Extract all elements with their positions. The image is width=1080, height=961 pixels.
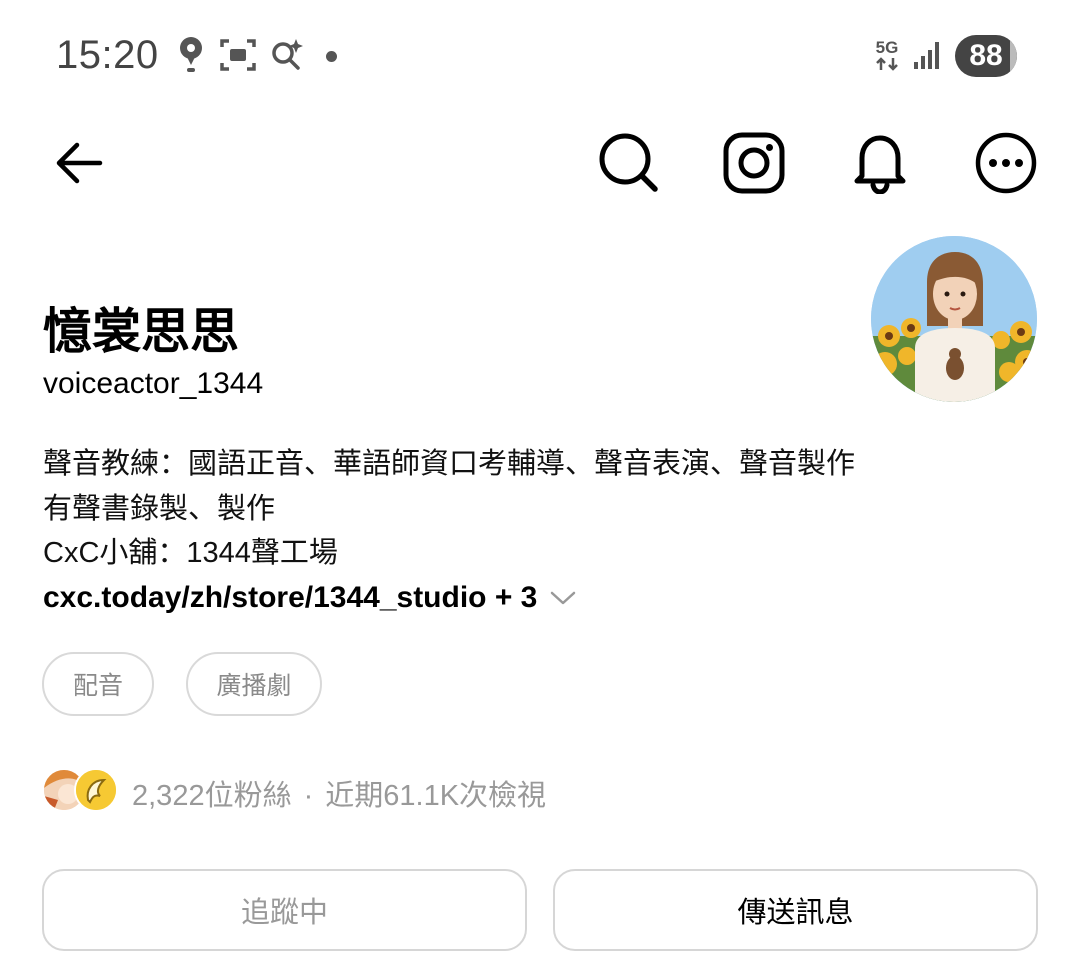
notifications-button[interactable] [847, 130, 913, 196]
instagram-icon [723, 132, 785, 194]
signal-icon [912, 34, 944, 76]
more-options-button[interactable] [973, 130, 1039, 196]
bio-line: 聲音教練：國語正音、華語師資口考輔導、聲音表演、聲音製作 [43, 448, 856, 480]
status-time: 15:20 [56, 33, 159, 77]
battery-indicator: 88 [955, 35, 1017, 77]
recent-views: 近期61.1K次檢視 [325, 780, 547, 812]
screenshot-icon [219, 34, 257, 76]
stats-separator: · [303, 780, 314, 812]
more-icon [975, 132, 1037, 194]
location-pin-icon [176, 34, 206, 76]
smart-search-icon [269, 34, 305, 76]
battery-level: 88 [969, 39, 1003, 72]
search-icon [599, 133, 658, 192]
instagram-button[interactable] [721, 130, 787, 196]
profile-avatar[interactable] [871, 236, 1037, 402]
profile-stats: 2,322位粉絲 · 近期61.1K次檢視 [132, 772, 546, 814]
notification-dot-icon [326, 51, 337, 62]
profile-links[interactable]: cxc.today/zh/store/1344_studio + 3 [43, 581, 577, 615]
network-type: 5G [875, 38, 899, 57]
followers-count[interactable]: 2,322位粉絲 [132, 780, 292, 812]
profile-link-text[interactable]: cxc.today/zh/store/1344_studio + 3 [43, 581, 537, 615]
follower-avatars[interactable] [42, 768, 118, 812]
tag-label: 配音 [72, 672, 123, 700]
tag-chip[interactable]: 配音 [42, 652, 154, 716]
following-button[interactable]: 追蹤中 [42, 869, 527, 951]
chevron-down-icon[interactable] [549, 589, 577, 607]
tag-chip[interactable]: 廣播劇 [186, 652, 322, 716]
bell-icon [854, 135, 906, 194]
bio-line: CxC小舖：1344聲工場 [43, 537, 338, 569]
back-button[interactable] [46, 130, 112, 196]
send-message-button[interactable]: 傳送訊息 [553, 869, 1038, 951]
search-button[interactable] [596, 130, 662, 196]
profile-display-name: 憶裳思思 [43, 305, 240, 359]
bio-line: 有聲書錄製、製作 [43, 492, 276, 525]
send-message-button-label: 傳送訊息 [737, 897, 854, 929]
data-arrows-icon [876, 57, 898, 71]
avatar-illustration [871, 236, 1037, 402]
profile-username: voiceactor_1344 [43, 367, 264, 400]
network-indicator: 5G [872, 39, 902, 75]
profile-bio: 聲音教練：國語正音、華語師資口考輔導、聲音表演、聲音製作 有聲書錄製、製作 Cx… [43, 442, 855, 576]
tag-label: 廣播劇 [216, 672, 292, 700]
back-arrow-icon [56, 142, 103, 184]
following-button-label: 追蹤中 [240, 897, 328, 929]
follower-avatar [74, 768, 118, 812]
